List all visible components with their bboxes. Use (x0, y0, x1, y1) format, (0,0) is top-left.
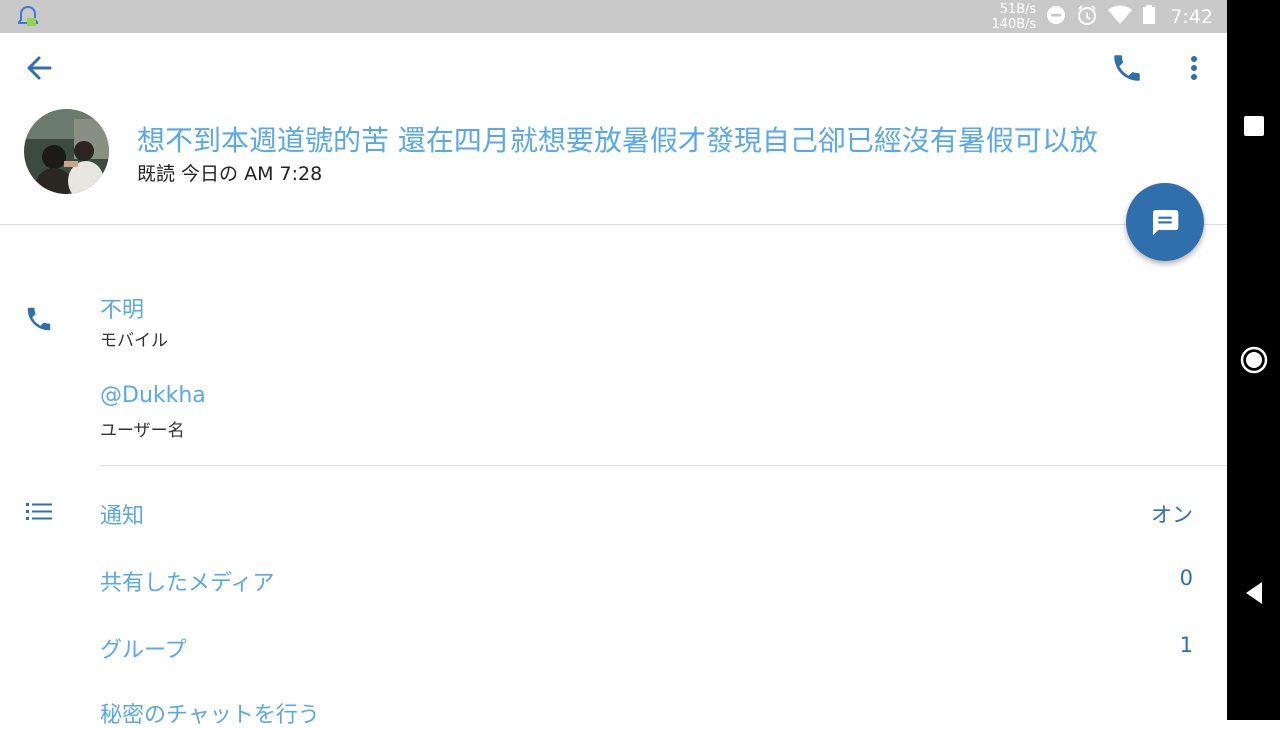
alarm-icon (1076, 4, 1098, 30)
arrow-left-icon (27, 56, 52, 80)
system-navigation-bar (1227, 0, 1280, 720)
username-value[interactable]: @Dukkha (100, 383, 206, 408)
phone-icon (1114, 55, 1140, 81)
net-up-speed: 51B/s (999, 1, 1037, 17)
more-vertical-icon (1191, 56, 1197, 80)
home-circle-icon (1240, 346, 1267, 374)
message-icon (1153, 210, 1179, 236)
more-options-button[interactable] (1180, 51, 1208, 85)
avatar[interactable] (24, 109, 109, 194)
groups-count: 1 (1179, 633, 1193, 657)
call-button[interactable] (1110, 51, 1144, 85)
username-label: ユーザー名 (100, 421, 185, 441)
battery-icon (1142, 4, 1156, 29)
profile-info-list: 不明 モバイル @Dukkha ユーザー名 通知 オン 共有したメディア 0 グ… (0, 225, 1227, 728)
avatar-photo (24, 109, 109, 194)
notifications-value: オン (1151, 503, 1193, 527)
square-icon (1243, 116, 1264, 136)
phone-number-value[interactable]: 不明 (100, 292, 144, 324)
recents-button[interactable] (1227, 114, 1280, 138)
phone-icon (24, 304, 54, 338)
send-message-button[interactable] (1126, 183, 1204, 261)
list-icon (24, 499, 54, 529)
notifications-label[interactable]: 通知 (100, 498, 144, 530)
status-bar: 51B/s 140B/s 7:42 (0, 0, 1227, 33)
last-seen-status: 既読 今日の AM 7:28 (137, 163, 323, 185)
groups-label[interactable]: グループ (100, 632, 187, 664)
shared-media-label[interactable]: 共有したメディア (100, 565, 274, 597)
triangle-back-icon (1245, 582, 1262, 604)
dnd-icon (1046, 5, 1066, 29)
clock: 7:42 (1170, 5, 1213, 28)
shared-media-count: 0 (1179, 566, 1193, 590)
back-nav-button[interactable] (1227, 580, 1280, 606)
chat-profile-header: 想不到本週道號的苦 還在四月就想要放暑假才發現自己卻已經沒有暑假可以放 既読 今… (0, 33, 1227, 225)
phone-number-label: モバイル (100, 331, 168, 351)
net-down-speed: 140B/s (991, 16, 1037, 32)
back-button[interactable] (22, 51, 56, 85)
section-divider (100, 465, 1227, 466)
network-speed: 51B/s 140B/s (991, 2, 1036, 32)
secret-chat-label[interactable]: 秘密のチャットを行う (100, 697, 320, 729)
wifi-icon (1108, 5, 1133, 29)
chat-title: 想不到本週道號的苦 還在四月就想要放暑假才發現自己卻已經沒有暑假可以放 (137, 124, 1098, 157)
notification-app-icon (16, 5, 40, 33)
home-button[interactable] (1227, 345, 1280, 375)
